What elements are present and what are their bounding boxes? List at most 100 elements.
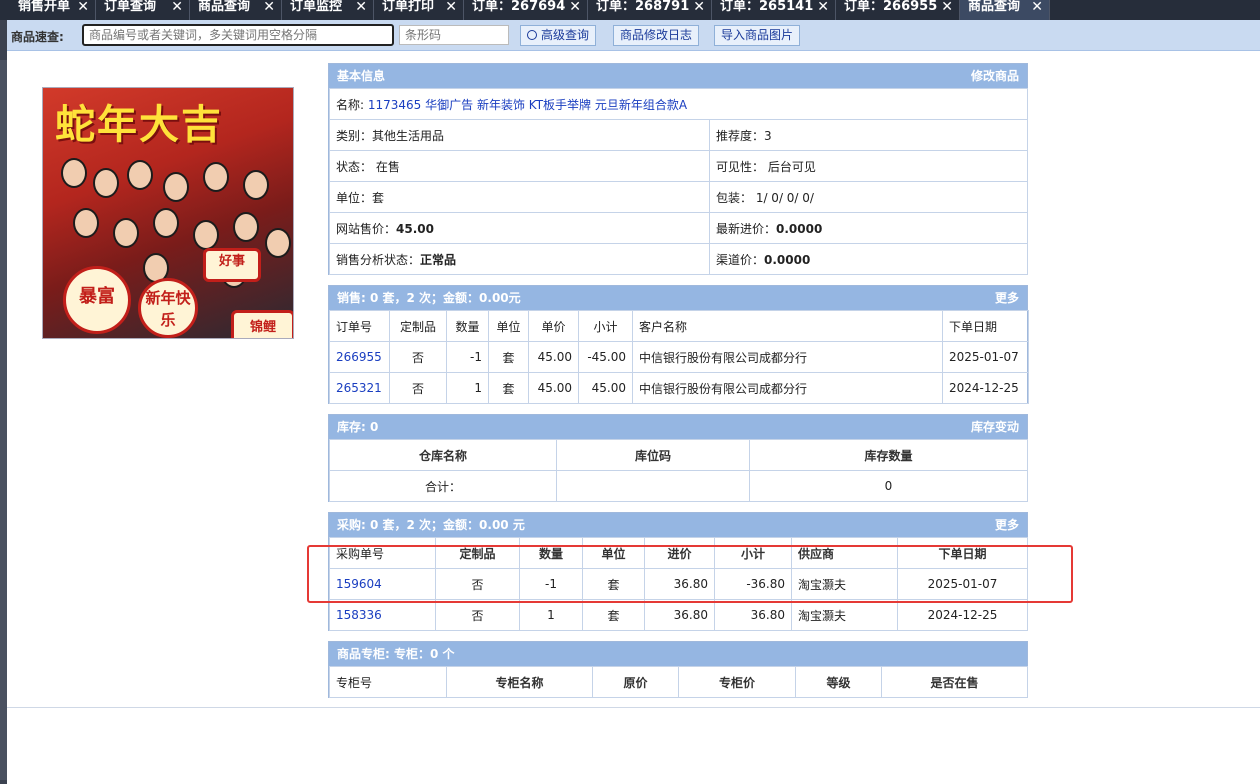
tab-label: 订单查询: [104, 0, 157, 14]
col-price: 单价: [528, 310, 579, 342]
subtotal-cell: -45.00: [578, 341, 633, 373]
product-search-input[interactable]: [82, 24, 394, 46]
tab-label: 订单：268791: [596, 0, 690, 14]
advanced-search-button[interactable]: 高级查询: [520, 25, 597, 46]
tab-label: 销售开单: [18, 0, 71, 14]
date-cell: 2025-01-07: [942, 341, 1029, 373]
face-shape: [127, 160, 153, 190]
sign-good-things: 好事: [203, 248, 261, 282]
site-price-value: 45.00: [396, 221, 434, 236]
tab-order-265141[interactable]: 订单：265141 ✕: [712, 0, 836, 20]
total-label-cell: 合计：: [329, 470, 557, 502]
close-icon[interactable]: ✕: [1031, 0, 1043, 20]
counter-title: 商品专柜: 专柜：0 个: [337, 647, 455, 661]
channel-price-value: 0.0000: [764, 252, 811, 267]
close-icon[interactable]: ✕: [445, 0, 457, 20]
info-row: 销售分析状态：正常品 渠道价：0.0000: [329, 243, 1028, 275]
tab-order-267694[interactable]: 订单：267694 ✕: [464, 0, 588, 20]
col-subtotal: 小计: [578, 310, 633, 342]
face-shape: [61, 158, 87, 188]
category-cell: 类别：其他生活用品: [329, 119, 710, 151]
sales-header-row: 订单号 定制品 数量 单位 单价 小计 客户名称 下单日期: [329, 310, 1029, 342]
tab-bar: 销售开单 ✕ 订单查询 ✕ 商品查询 ✕ 订单监控 ✕ 订单打印 ✕ 订单：267694 ✕…: [0, 0, 1260, 20]
visibility-cell: 可见性： 后台可见: [709, 150, 1028, 182]
face-shape: [265, 228, 291, 258]
tab-order-monitor[interactable]: 订单监控 ✕: [282, 0, 374, 20]
customer-cell: 中信银行股份有限公司成都分行: [632, 341, 943, 373]
face-shape: [163, 172, 189, 202]
tab-label: 订单：267694: [472, 0, 566, 14]
purchase-title: 采购: 0 套，2 次；金额：0.00 元: [337, 518, 525, 532]
close-icon[interactable]: ✕: [263, 0, 275, 20]
analysis-cell: 销售分析状态：正常品: [329, 243, 710, 275]
tab-order-print[interactable]: 订单打印 ✕: [374, 0, 464, 20]
close-icon[interactable]: ✕: [77, 0, 89, 20]
face-shape: [203, 162, 229, 192]
close-icon[interactable]: ✕: [693, 0, 705, 20]
info-row: 网站售价：45.00 最新进价：0.0000: [329, 212, 1028, 244]
basic-info-header: 基本信息 修改商品: [329, 64, 1027, 88]
face-shape: [153, 208, 179, 238]
purchase-more-link[interactable]: 更多: [995, 513, 1019, 537]
counter-table: 专柜号 专柜名称 原价 专柜价 等级 是否在售: [329, 666, 1028, 698]
tab-label: 订单：266955: [844, 0, 938, 14]
import-image-button[interactable]: 导入商品图片: [714, 25, 801, 46]
supplier-cell: 淘宝灏夫: [791, 599, 898, 631]
name-label: 名称:: [336, 97, 365, 112]
face-shape: [243, 170, 269, 200]
close-icon[interactable]: ✕: [941, 0, 953, 20]
table-row: 266955 否 -1 套 45.00 -45.00 中信银行股份有限公司成都分…: [329, 341, 1029, 373]
info-row: 状态： 在售 可见性： 后台可见: [329, 150, 1028, 182]
sales-table: 订单号 定制品 数量 单位 单价 小计 客户名称 下单日期 266955 否 -…: [329, 310, 1029, 404]
stock-header: 库存: 0 库存变动: [329, 415, 1027, 439]
tab-label: 订单：265141: [720, 0, 814, 14]
close-icon[interactable]: ✕: [817, 0, 829, 20]
content-divider: [7, 707, 1260, 708]
stock-change-link[interactable]: 库存变动: [971, 415, 1019, 439]
sign-koi: 锦鲤: [231, 310, 293, 338]
product-log-button[interactable]: 商品修改日志: [613, 25, 700, 46]
tab-sales-order[interactable]: 销售开单 ✕: [10, 0, 96, 20]
advanced-search-label: 高级查询: [541, 28, 590, 42]
sales-more-link[interactable]: 更多: [995, 286, 1019, 310]
close-icon[interactable]: ✕: [569, 0, 581, 20]
counter-panel: 商品专柜: 专柜：0 个 专柜号 专柜名称 原价 专柜价 等级 是否在售: [328, 641, 1028, 698]
face-shape: [233, 212, 259, 242]
barcode-input[interactable]: [399, 25, 509, 45]
close-icon[interactable]: ✕: [355, 0, 367, 20]
left-edge-lower: [0, 60, 7, 780]
stock-qty-cell: 0: [749, 470, 1028, 502]
table-row: 265321 否 1 套 45.00 45.00 中信银行股份有限公司成都分行 …: [329, 372, 1029, 404]
unit-cell: 套: [488, 372, 529, 404]
stock-header-row: 仓库名称 库位码 库存数量: [329, 439, 1028, 471]
product-name-link[interactable]: 1173465 华御广告 新年装饰 KT板手举牌 元旦新年组合款A: [368, 98, 687, 112]
col-date: 下单日期: [942, 310, 1029, 342]
table-row: 158336 否 1 套 36.80 36.80 淘宝灏夫 2024-12-25: [329, 599, 1028, 631]
tab-order-query[interactable]: 订单查询 ✕: [96, 0, 190, 20]
col-stock-qty: 库存数量: [749, 439, 1028, 471]
tab-product-query-active[interactable]: 商品查询 ✕: [960, 0, 1050, 20]
order-link[interactable]: 265321: [329, 372, 390, 404]
status-cell: 状态： 在售: [329, 150, 710, 182]
price-cell: 45.00: [528, 372, 579, 404]
product-image[interactable]: 蛇年大吉 暴富 新年快乐 好事 锦鲤: [42, 87, 294, 339]
customer-cell: 中信银行股份有限公司成都分行: [632, 372, 943, 404]
qty-cell: -1: [446, 341, 489, 373]
tab-order-266955[interactable]: 订单：266955 ✕: [836, 0, 960, 20]
stock-panel: 库存: 0 库存变动 仓库名称 库位码 库存数量 合计： 0: [328, 414, 1028, 502]
order-link[interactable]: 266955: [329, 341, 390, 373]
location-cell: [556, 470, 750, 502]
edit-product-link[interactable]: 修改商品: [971, 64, 1019, 88]
col-qty: 数量: [446, 310, 489, 342]
face-shape: [73, 208, 99, 238]
channel-price-label: 渠道价：: [716, 252, 765, 267]
tab-order-268791[interactable]: 订单：268791 ✕: [588, 0, 712, 20]
tab-label: 订单监控: [290, 0, 343, 14]
tab-product-query[interactable]: 商品查询 ✕: [190, 0, 282, 20]
col-counter-no: 专柜号: [329, 666, 447, 698]
po-link[interactable]: 158336: [329, 599, 436, 631]
tab-label: 订单打印: [382, 0, 435, 14]
image-banner-text: 蛇年大吉: [55, 101, 223, 148]
close-icon[interactable]: ✕: [171, 0, 183, 20]
subtotal-cell: 45.00: [578, 372, 633, 404]
